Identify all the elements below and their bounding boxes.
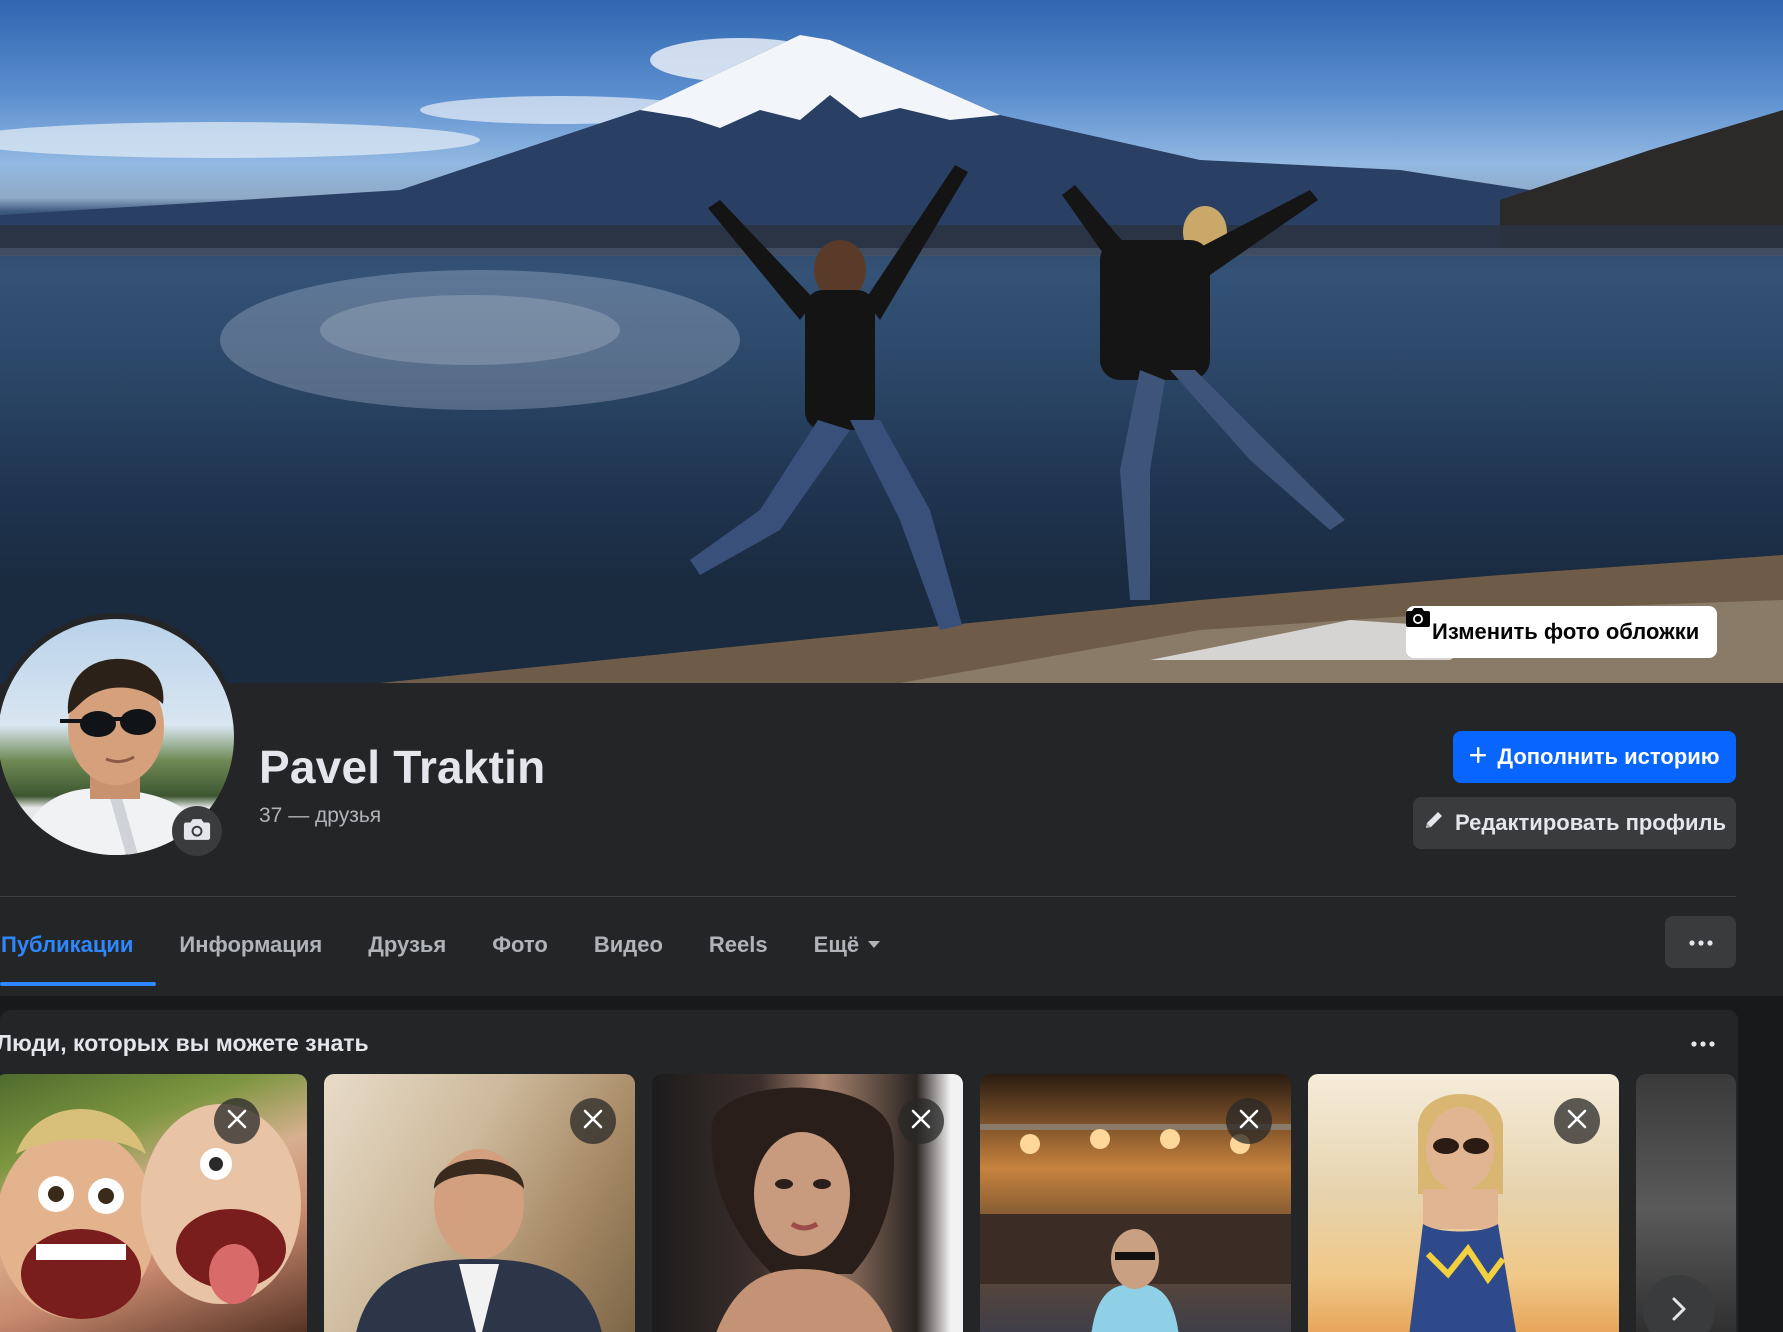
profile-name: Pavel Traktin [259, 741, 546, 793]
person-card[interactable] [324, 1074, 635, 1332]
person-card[interactable] [1308, 1074, 1619, 1332]
tab-videos-label: Видео [593, 931, 663, 957]
header-divider [0, 896, 1736, 897]
more-horizontal-icon [1691, 1034, 1715, 1052]
tab-about[interactable]: Информация [156, 903, 345, 986]
dismiss-button[interactable] [898, 1098, 944, 1144]
dismiss-button[interactable] [570, 1098, 616, 1144]
close-icon [1238, 1108, 1260, 1135]
edit-cover-photo-button[interactable]: Изменить фото обложки [1406, 606, 1718, 658]
cover-landscape [0, 35, 1783, 683]
people-section-title: Люди, которых вы можете знать [0, 1030, 369, 1056]
edit-profile-button[interactable]: Редактировать профиль [1413, 797, 1736, 849]
friends-count[interactable]: 37 — друзья [259, 804, 381, 828]
close-icon [226, 1108, 248, 1135]
tab-more[interactable]: Ещё [791, 903, 903, 986]
tab-friends[interactable]: Друзья [345, 903, 469, 986]
person-card[interactable] [652, 1074, 963, 1332]
close-icon [1566, 1108, 1588, 1135]
tab-videos[interactable]: Видео [571, 903, 686, 986]
dismiss-button[interactable] [214, 1098, 260, 1144]
person-photo [0, 1104, 301, 1319]
tab-more-label: Ещё [813, 931, 860, 957]
tab-friends-label: Друзья [368, 931, 447, 957]
chevron-right-icon [1669, 1295, 1689, 1328]
update-avatar-button[interactable] [172, 806, 222, 856]
close-icon [910, 1108, 932, 1135]
more-horizontal-icon [1688, 933, 1713, 951]
profile-options-button[interactable] [1665, 916, 1736, 968]
dismiss-button[interactable] [1554, 1098, 1600, 1144]
tab-photos[interactable]: Фото [469, 903, 571, 986]
tab-posts[interactable]: Публикации [0, 903, 157, 986]
dismiss-button[interactable] [1226, 1098, 1272, 1144]
edit-profile-label: Редактировать профиль [1454, 810, 1727, 835]
add-to-story-label: Дополнить историю [1497, 744, 1720, 769]
tab-about-label: Информация [179, 931, 323, 957]
tab-reels-label: Reels [708, 931, 768, 957]
edit-cover-photo-label: Изменить фото обложки [1432, 619, 1700, 644]
person-card[interactable] [0, 1074, 307, 1332]
tab-reels[interactable]: Reels [686, 903, 791, 986]
plus-icon [1469, 744, 1487, 770]
pencil-icon [1423, 809, 1445, 837]
tab-photos-label: Фото [492, 931, 548, 957]
add-to-story-button[interactable]: Дополнить историю [1453, 731, 1736, 783]
cover-photo[interactable]: Изменить фото обложки [0, 0, 1783, 683]
people-you-may-know: Люди, которых вы можете знать [0, 1010, 1738, 1332]
profile-tabs: Публикации Информация Друзья Фото Видео … [0, 903, 903, 986]
camera-icon [183, 817, 211, 846]
people-options-button[interactable] [1683, 1026, 1723, 1060]
close-icon [582, 1108, 604, 1135]
person-card[interactable] [980, 1074, 1291, 1332]
caret-down-icon [868, 941, 881, 948]
tab-posts-label: Публикации [1, 931, 134, 957]
